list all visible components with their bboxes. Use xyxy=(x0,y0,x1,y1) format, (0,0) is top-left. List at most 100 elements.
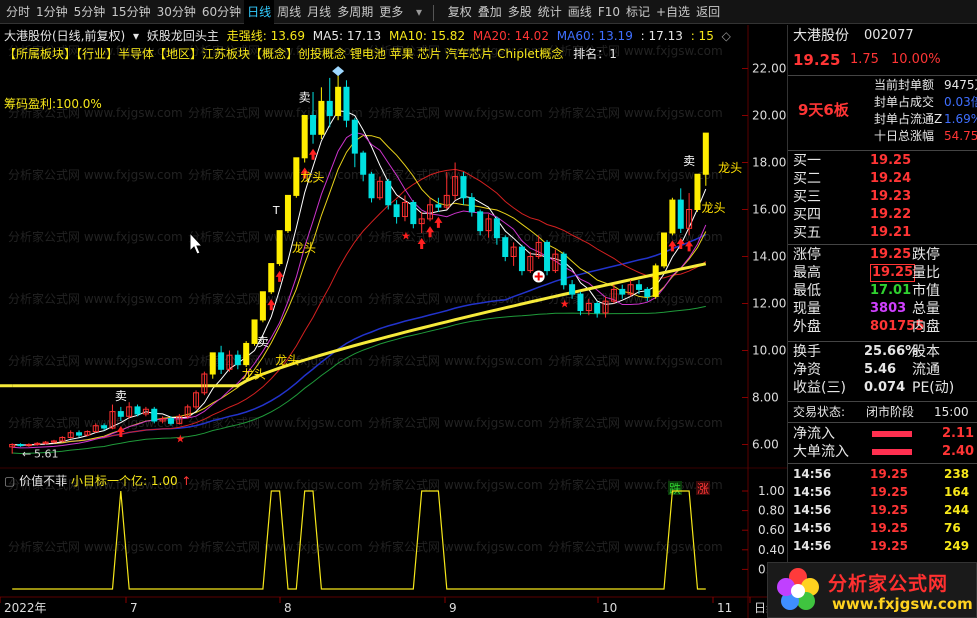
tool-button[interactable]: 复权 xyxy=(445,0,475,24)
tool-button[interactable]: F10 xyxy=(595,0,623,24)
sub-indicator-close-icon[interactable]: ▢ xyxy=(4,474,15,488)
candle-body[interactable] xyxy=(652,265,659,297)
candle-body[interactable] xyxy=(477,211,484,232)
candle-body[interactable] xyxy=(702,132,709,175)
period-tab[interactable]: 日线 xyxy=(244,0,275,24)
candle-body[interactable] xyxy=(619,288,626,295)
candle-body[interactable] xyxy=(326,100,333,117)
bg-watermark-text: 分析家公式网 www.fxjgsw.com xyxy=(548,105,723,120)
candle-body[interactable] xyxy=(293,157,300,196)
candle-body[interactable] xyxy=(310,115,317,135)
bid-row[interactable]: 买二 19.24 xyxy=(788,170,977,188)
candle-body[interactable] xyxy=(167,418,174,424)
quote-panel: 大港股份 002077 19.25 1.75 10.00% 9天6板 当前封单额… xyxy=(787,25,977,618)
sub-axis-label: 1.00 xyxy=(758,484,785,498)
period-tab[interactable]: 5分钟 xyxy=(71,0,109,24)
sub-indicator-name[interactable]: 价值不菲 xyxy=(19,474,67,488)
tool-button[interactable]: +自选 xyxy=(653,0,693,24)
candle-body[interactable] xyxy=(360,152,367,175)
bid-price: 19.25 xyxy=(870,153,912,168)
period-tab[interactable]: 1分钟 xyxy=(33,0,71,24)
limit-info: 9天6板 当前封单额9475万封单占成交0.03倍封单占流通Z1.69%十日总涨… xyxy=(788,77,977,147)
candle-body[interactable] xyxy=(410,201,417,225)
sell-label: 卖 xyxy=(257,335,269,349)
bid-label: 买二 xyxy=(793,171,821,187)
candle-body[interactable] xyxy=(335,86,342,116)
candle-body[interactable] xyxy=(393,204,400,218)
diamond-icon[interactable]: ◇ xyxy=(722,29,731,43)
bid-row[interactable]: 买一 19.25 xyxy=(788,152,977,170)
candle-body[interactable] xyxy=(318,100,325,135)
candle-body[interactable] xyxy=(151,408,158,422)
bid-row[interactable]: 买四 19.22 xyxy=(788,206,977,224)
candle-body[interactable] xyxy=(594,303,601,314)
candle-body[interactable] xyxy=(284,194,291,232)
bid-row[interactable]: 买五 19.21 xyxy=(788,224,977,242)
candle-body[interactable] xyxy=(76,432,83,436)
period-tab[interactable]: 15分钟 xyxy=(108,0,153,24)
period-tab[interactable]: 分时 xyxy=(3,0,33,24)
kline-chart-svg[interactable]: 分析家公式网 www.fxjgsw.com 分析家公式网 www.fxjgsw.c… xyxy=(0,25,787,618)
bid-row[interactable]: 买三 19.23 xyxy=(788,188,977,206)
tool-button[interactable]: 画线 xyxy=(565,0,595,24)
candle-body[interactable] xyxy=(518,246,525,272)
candle-body[interactable] xyxy=(468,197,475,213)
candle-body[interactable] xyxy=(435,204,442,208)
tick-price: 19.25 xyxy=(870,521,908,535)
quote-row: 最高 19.25 量比 xyxy=(788,264,977,282)
candle-body[interactable] xyxy=(385,180,392,206)
candle-body[interactable] xyxy=(644,288,651,297)
period-tab[interactable]: 周线 xyxy=(274,0,304,24)
candle-body[interactable] xyxy=(635,284,642,290)
candle-body[interactable] xyxy=(117,411,124,417)
chevron-down-icon[interactable]: ▾ xyxy=(133,29,139,43)
period-tab[interactable]: 30分钟 xyxy=(154,0,199,24)
indicator-name[interactable]: 妖股龙回头主 xyxy=(147,29,219,43)
candle-body[interactable] xyxy=(577,293,584,312)
tool-button[interactable]: 多股 xyxy=(505,0,535,24)
sub-axis-label: 0.40 xyxy=(758,543,785,557)
candle-body[interactable] xyxy=(276,230,283,265)
candle-body[interactable] xyxy=(101,425,108,429)
period-tab[interactable]: 多周期 xyxy=(334,0,376,24)
candle-body[interactable] xyxy=(218,352,225,370)
candle-body[interactable] xyxy=(460,176,467,199)
candle-body[interactable] xyxy=(694,173,701,210)
candle-body[interactable] xyxy=(134,406,141,415)
candle-body[interactable] xyxy=(234,354,241,366)
tool-button[interactable]: 返回 xyxy=(693,0,723,24)
candle-body[interactable] xyxy=(351,119,358,154)
candle-body[interactable] xyxy=(569,284,576,295)
quote-label-2: 跌停 xyxy=(912,247,940,263)
candle-body[interactable] xyxy=(669,199,676,234)
candle-body[interactable] xyxy=(259,291,266,321)
fundamentals: 换手 25.66% 股本 净资 5.46 流通 收益(三) 0.074 PE(动) xyxy=(788,343,977,399)
candle-body[interactable] xyxy=(544,241,551,272)
tool-button[interactable]: 叠加 xyxy=(475,0,505,24)
chart-area[interactable]: 分析家公式网 www.fxjgsw.com 分析家公式网 www.fxjgsw.c… xyxy=(0,25,787,618)
fund-row: 换手 25.66% 股本 xyxy=(788,343,977,361)
period-tab[interactable]: 月线 xyxy=(304,0,334,24)
period-tab[interactable]: 60分钟 xyxy=(199,0,244,24)
other-value-2: : 15 xyxy=(690,29,714,43)
candle-body[interactable] xyxy=(368,173,375,199)
candle-body[interactable] xyxy=(209,352,216,375)
left-arrow-icon: ← xyxy=(22,448,31,461)
tool-button[interactable]: 标记 xyxy=(623,0,653,24)
candle-body[interactable] xyxy=(301,115,308,159)
more-caret-icon[interactable]: ▾ xyxy=(413,0,425,24)
bg-watermark-text: 分析家公式网 www.fxjgsw.com xyxy=(368,415,543,430)
tool-button[interactable]: 统计 xyxy=(535,0,565,24)
limit-row: 当前封单额 9475万 xyxy=(788,77,977,94)
tick-time: 14:56 xyxy=(793,503,832,517)
candle-body[interactable] xyxy=(268,263,275,293)
candle-body[interactable] xyxy=(493,218,500,239)
period-tab[interactable]: 更多 xyxy=(376,0,406,24)
candle-body[interactable] xyxy=(677,199,684,229)
candle-body[interactable] xyxy=(243,342,250,366)
candle-body[interactable] xyxy=(661,232,668,267)
candle-body[interactable] xyxy=(343,86,350,121)
candle-body[interactable] xyxy=(17,444,24,447)
candle-body[interactable] xyxy=(560,253,567,286)
candle-body[interactable] xyxy=(502,237,509,257)
